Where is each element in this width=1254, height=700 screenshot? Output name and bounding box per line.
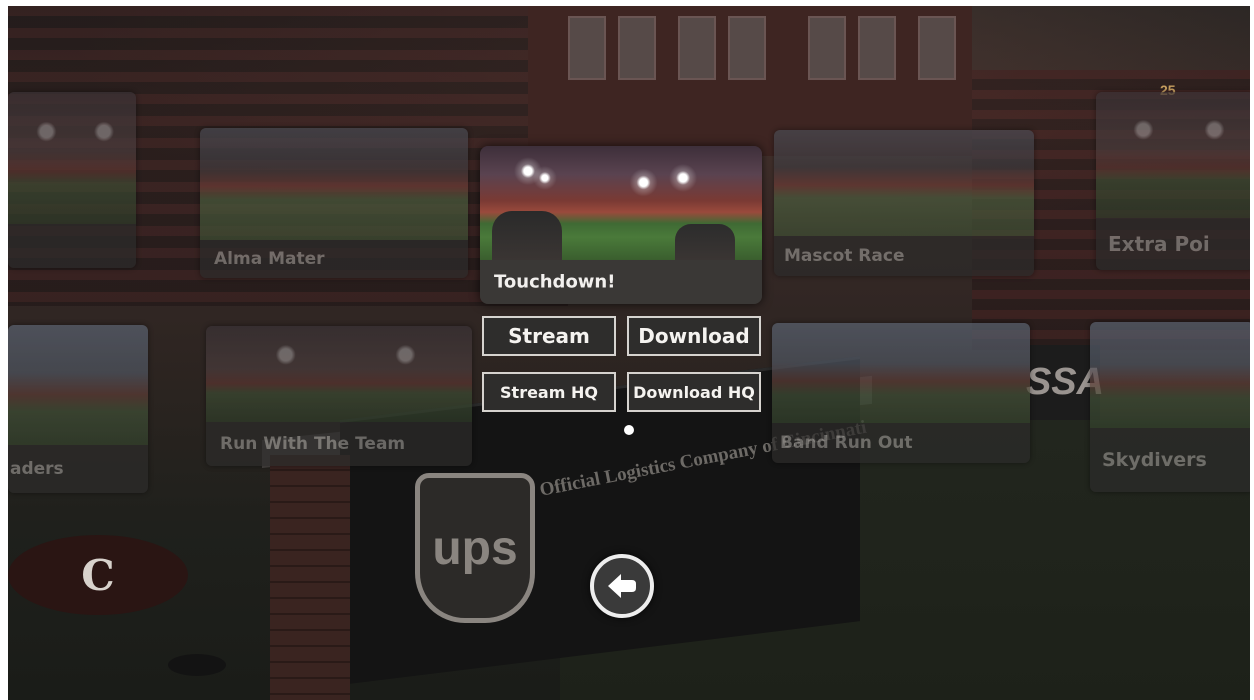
frame-left-edge (0, 0, 8, 700)
video-title: Alma Mater (214, 249, 325, 269)
ups-logo: ups (415, 473, 535, 623)
video-thumbnail (774, 130, 1034, 236)
video-title: aders (10, 459, 64, 479)
video-thumbnail (206, 326, 472, 422)
video-title: Skydivers (1102, 449, 1207, 471)
building-window (568, 16, 606, 80)
building-window (678, 16, 716, 80)
video-caption: Alma Mater (200, 240, 468, 278)
video-card-alma-mater[interactable]: Alma Mater (200, 128, 468, 278)
page-indicator-dot[interactable] (624, 425, 634, 435)
download-hq-button[interactable]: Download HQ (627, 372, 761, 412)
ups-logo-text: ups (432, 521, 518, 575)
vr-video-gallery: 25 ups Official Logistics Company of Cin… (0, 0, 1254, 700)
video-card-run-with-the-team[interactable]: Run With The Team (206, 326, 472, 466)
video-card-mascot-race[interactable]: Mascot Race (774, 130, 1034, 276)
back-button[interactable] (590, 554, 654, 618)
video-card-extra-point[interactable]: Extra Poi (1096, 92, 1254, 270)
bearcats-logo: C (8, 535, 188, 615)
featured-video-thumbnail (480, 146, 762, 260)
building-window (918, 16, 956, 80)
frame-top-edge (0, 0, 1254, 6)
video-caption: Run With The Team (206, 422, 472, 466)
building-window (618, 16, 656, 80)
frame-right-edge (1250, 0, 1254, 700)
video-thumbnail (8, 325, 148, 445)
video-title: Extra Poi (1108, 232, 1210, 256)
back-arrow-icon (608, 574, 636, 598)
building-window (808, 16, 846, 80)
stream-button[interactable]: Stream (482, 316, 616, 356)
video-thumbnail (8, 92, 136, 224)
featured-video-caption: Touchdown! (480, 260, 762, 304)
download-button[interactable]: Download (627, 316, 761, 356)
stream-hq-button[interactable]: Stream HQ (482, 372, 616, 412)
brick-pillar (270, 455, 350, 700)
video-title: Mascot Race (784, 246, 905, 266)
field-drain (168, 654, 226, 676)
video-card-band-run-out[interactable]: Band Run Out (772, 323, 1030, 463)
video-thumbnail (1090, 322, 1254, 428)
video-caption: Extra Poi (1096, 218, 1254, 270)
video-thumbnail (200, 128, 468, 240)
video-caption (8, 224, 136, 268)
video-thumbnail (772, 323, 1030, 423)
thumbnail-players (675, 224, 735, 260)
video-caption: Skydivers (1090, 428, 1254, 492)
video-thumbnail (1096, 92, 1254, 218)
video-caption: Mascot Race (774, 236, 1034, 276)
featured-video-title: Touchdown! (494, 271, 616, 293)
video-card-skydivers[interactable]: Skydivers (1090, 322, 1254, 492)
video-caption: Band Run Out (772, 423, 1030, 463)
thumbnail-camera-crew (492, 211, 562, 260)
building-window (858, 16, 896, 80)
video-title: Run With The Team (220, 434, 406, 454)
building-window (728, 16, 766, 80)
video-title: Band Run Out (780, 433, 913, 453)
video-caption: aders (8, 445, 148, 493)
video-card[interactable] (8, 92, 136, 268)
featured-video-card[interactable]: Touchdown! (480, 146, 762, 304)
video-card-cheerleaders[interactable]: aders (8, 325, 148, 493)
bearcats-logo-letter: C (81, 550, 115, 600)
